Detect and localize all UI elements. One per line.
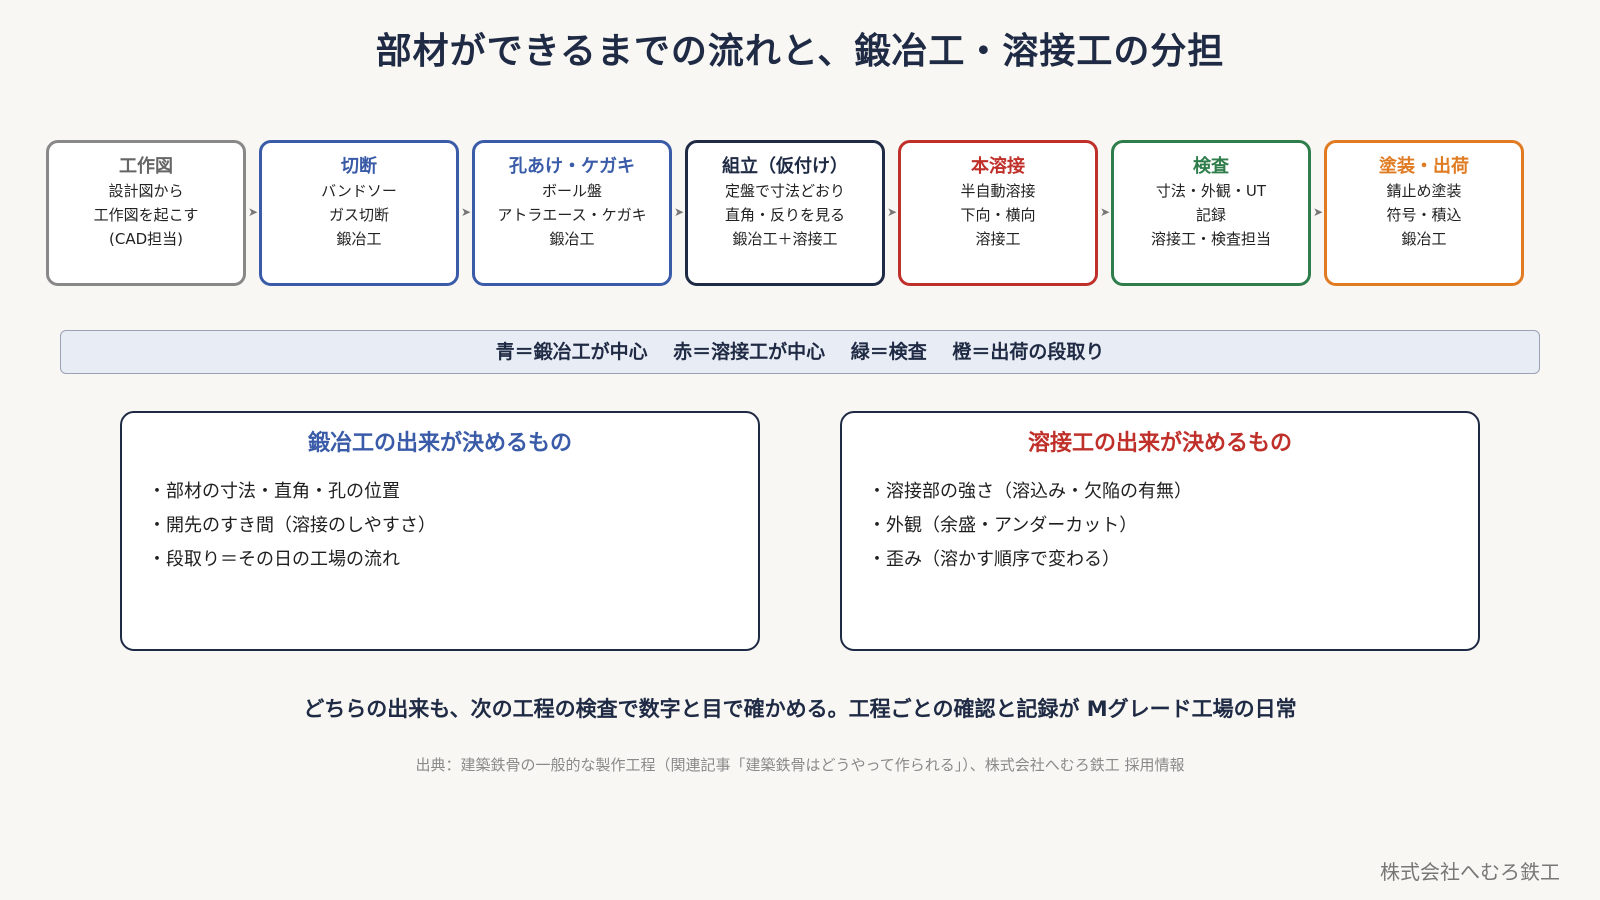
summary-text: どちらの出来も、次の工程の検査で数字と目で確かめる。工程ごとの確認と記録が Mグ…	[303, 697, 1297, 721]
source-note: 出典：建築鉄骨の一般的な製作工程（関連記事「建築鉄骨はどうやって作られる」）、株…	[415, 756, 1185, 774]
step-line: (CAD担当)	[109, 230, 183, 248]
panel-welder: 溶接工の出来が決めるもの ・溶接部の強さ（溶込み・欠陥の有無） ・外観（余盛・ア…	[840, 411, 1480, 651]
list-item: ・溶接部の強さ（溶込み・欠陥の有無）	[868, 481, 1192, 502]
step-welding: 本溶接 半自動溶接 下向・横向 溶接工	[898, 140, 1098, 286]
list-item: ・部材の寸法・直角・孔の位置	[148, 481, 400, 502]
step-title: 孔あけ・ケガキ	[509, 156, 635, 177]
panel-list: ・部材の寸法・直角・孔の位置 ・開先のすき間（溶接のしやすさ） ・段取り＝その日…	[148, 475, 758, 577]
step-line: 符号・積込	[1386, 206, 1462, 224]
step-line: 溶接工・検査担当	[1150, 230, 1271, 248]
step-line: 錆止め塗装	[1386, 182, 1462, 200]
page-title: 部材ができるまでの流れと、鍛冶工・溶接工の分担	[375, 31, 1225, 72]
step-title: 検査	[1193, 156, 1229, 177]
step-line: 下向・横向	[960, 206, 1036, 224]
step-line: 設計図から	[108, 182, 184, 200]
step-line: 溶接工	[975, 230, 1021, 248]
step-title: 組立（仮付け）	[722, 156, 848, 177]
panel-heading: 鍛冶工の出来が決めるもの	[307, 431, 572, 456]
step-drilling: 孔あけ・ケガキ ボール盤 アトラエース・ケガキ 鍛冶工	[472, 140, 672, 286]
step-title: 工作図	[119, 156, 173, 177]
step-line: ガス切断	[328, 206, 389, 224]
list-item: ・歪み（溶かす順序で変わる）	[868, 549, 1120, 570]
step-cutting: 切断 バンドソー ガス切断 鍛冶工	[259, 140, 459, 286]
step-line: アトラエース・ケガキ	[497, 206, 647, 224]
step-line: 鍛冶工	[1401, 230, 1447, 248]
process-flow: 工作図 設計図から 工作図を起こす (CAD担当) ➤ 切断 バンドソー ガス切…	[46, 140, 1556, 290]
step-line: 鍛冶工＋溶接工	[732, 230, 838, 248]
list-item: ・段取り＝その日の工場の流れ	[148, 549, 400, 570]
panel-blacksmith: 鍛冶工の出来が決めるもの ・部材の寸法・直角・孔の位置 ・開先のすき間（溶接のし…	[120, 411, 760, 651]
step-line: バンドソー	[321, 182, 397, 200]
step-title: 切断	[341, 156, 377, 177]
step-title: 塗装・出荷	[1379, 156, 1469, 177]
list-item: ・開先のすき間（溶接のしやすさ）	[148, 515, 436, 536]
step-line: 直角・反りを見る	[724, 206, 845, 224]
step-title: 本溶接	[971, 156, 1025, 177]
panel-list: ・溶接部の強さ（溶込み・欠陥の有無） ・外観（余盛・アンダーカット） ・歪み（溶…	[868, 475, 1478, 577]
step-line: 定盤で寸法どおり	[724, 182, 845, 200]
step-line: 工作図を起こす	[93, 206, 199, 224]
step-assembly: 組立（仮付け） 定盤で寸法どおり 直角・反りを見る 鍛冶工＋溶接工	[685, 140, 885, 286]
step-line: ボール盤	[541, 182, 602, 200]
step-line: 鍛冶工	[336, 230, 382, 248]
step-line: 鍛冶工	[549, 230, 595, 248]
list-item: ・外観（余盛・アンダーカット）	[868, 515, 1138, 536]
step-inspection: 検査 寸法・外観・UT 記録 溶接工・検査担当	[1111, 140, 1311, 286]
step-line: 寸法・外観・UT	[1155, 182, 1267, 200]
step-line: 記録	[1195, 206, 1226, 224]
step-drawing: 工作図 設計図から 工作図を起こす (CAD担当)	[46, 140, 246, 286]
company-name: 株式会社へむろ鉄工	[1380, 860, 1560, 884]
step-painting: 塗装・出荷 錆止め塗装 符号・積込 鍛冶工	[1324, 140, 1524, 286]
panel-heading: 溶接工の出来が決めるもの	[1027, 431, 1292, 456]
step-line: 半自動溶接	[960, 182, 1036, 200]
color-legend: 青＝鍛冶工が中心 赤＝溶接工が中心 緑＝検査 橙＝出荷の段取り	[60, 330, 1540, 374]
